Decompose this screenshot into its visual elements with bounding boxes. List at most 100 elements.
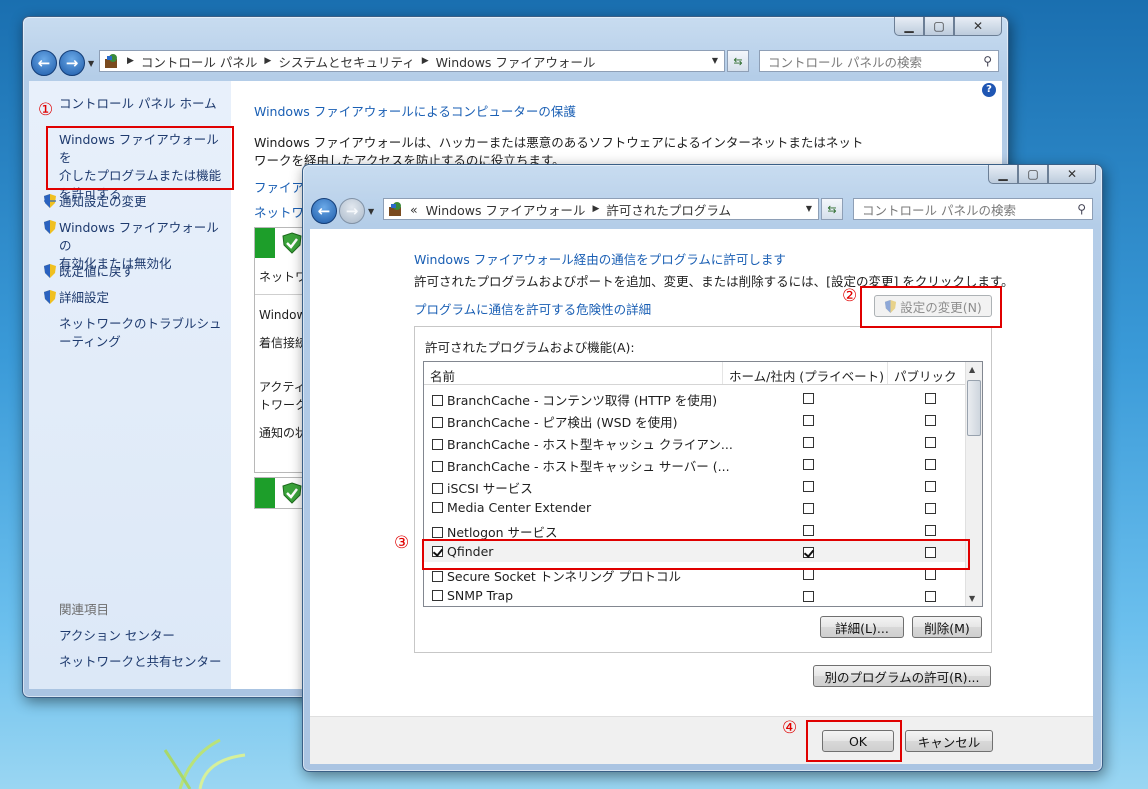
program-checkbox[interactable]: [432, 461, 443, 472]
public-checkbox[interactable]: [925, 437, 936, 448]
scrollbar-thumb[interactable]: [967, 380, 981, 436]
maximize-button[interactable]: ▢: [1018, 165, 1048, 184]
column-header-name[interactable]: 名前: [424, 362, 723, 384]
sidebar-item-restore-defaults[interactable]: 既定値に戻す: [59, 263, 134, 281]
breadcrumb-item[interactable]: コントロール パネル: [141, 52, 257, 71]
panel-line: Window: [259, 308, 307, 322]
search-icon[interactable]: ⚲: [1077, 202, 1086, 216]
search-input[interactable]: コントロール パネルの検索 ⚲: [853, 198, 1093, 220]
minimize-button[interactable]: ▁: [988, 165, 1018, 184]
address-bar[interactable]: « Windows ファイアウォール ▶ 許可されたプログラム ▼: [383, 198, 819, 220]
program-label: BranchCache - ホスト型キャッシュ サーバー (...: [447, 459, 730, 474]
refresh-button[interactable]: ⇆: [727, 50, 749, 72]
program-name: BranchCache - ホスト型キャッシュ クライアン...: [432, 434, 733, 453]
back-arrow-icon[interactable]: ←: [31, 50, 57, 76]
private-checkbox[interactable]: [803, 591, 814, 602]
table-row[interactable]: BranchCache - ホスト型キャッシュ サーバー (...: [424, 452, 966, 474]
breadcrumb-item[interactable]: システムとセキュリティ: [278, 52, 414, 71]
maximize-button[interactable]: ▢: [924, 17, 954, 36]
breadcrumb-item[interactable]: Windows ファイアウォール: [436, 52, 596, 71]
firewall-link[interactable]: ファイア: [254, 177, 304, 196]
breadcrumb-overflow[interactable]: «: [410, 202, 418, 217]
sidebar-item-troubleshoot[interactable]: ネットワークのトラブルシュ ーティング: [59, 315, 222, 351]
related-action-center[interactable]: アクション センター: [59, 627, 175, 645]
chevron-down-icon[interactable]: ▼: [806, 204, 812, 213]
sidebar-item-notifications[interactable]: 通知設定の変更: [59, 193, 147, 211]
program-checkbox[interactable]: [432, 571, 443, 582]
recent-pages-chevron-icon[interactable]: ▼: [368, 207, 374, 216]
program-checkbox[interactable]: [432, 395, 443, 406]
column-header-private[interactable]: ホーム/社内 (プライベート): [723, 362, 888, 384]
search-placeholder: コントロール パネルの検索: [768, 54, 922, 70]
recent-pages-chevron-icon[interactable]: ▼: [88, 59, 94, 68]
minimize-button[interactable]: ▁: [894, 17, 924, 36]
program-checkbox[interactable]: [432, 417, 443, 428]
window-caption-buttons: ▁ ▢ ✕: [894, 17, 1002, 37]
shield-check-icon: [282, 232, 302, 254]
remove-button[interactable]: 削除(M): [912, 616, 982, 638]
scroll-up-icon[interactable]: ▲: [969, 365, 975, 374]
close-button[interactable]: ✕: [954, 17, 1002, 36]
public-checkbox[interactable]: [925, 481, 936, 492]
close-button[interactable]: ✕: [1048, 165, 1096, 184]
sidebar-item-label: ネットワークのトラブルシュ: [59, 316, 222, 331]
highlight-box-allow-programs: [46, 126, 234, 190]
private-checkbox[interactable]: [803, 393, 814, 404]
program-checkbox[interactable]: [432, 590, 443, 601]
public-checkbox[interactable]: [925, 459, 936, 470]
table-row[interactable]: Netlogon サービス: [424, 518, 966, 540]
forward-arrow-icon[interactable]: →: [59, 50, 85, 76]
uac-shield-icon: [44, 194, 56, 208]
table-row[interactable]: SNMP Trap: [424, 584, 966, 606]
panel-line: アクティ: [259, 380, 306, 394]
risk-details-link[interactable]: プログラムに通信を許可する危険性の詳細: [414, 299, 651, 318]
private-checkbox[interactable]: [803, 569, 814, 580]
search-icon[interactable]: ⚲: [983, 54, 992, 68]
scroll-down-icon[interactable]: ▼: [969, 594, 975, 603]
program-checkbox[interactable]: [432, 502, 443, 513]
public-checkbox[interactable]: [925, 503, 936, 514]
private-checkbox[interactable]: [803, 459, 814, 470]
help-icon[interactable]: ?: [982, 83, 996, 97]
sidebar-item-home[interactable]: コントロール パネル ホーム: [59, 95, 217, 113]
uac-shield-icon: [44, 290, 56, 304]
program-checkbox[interactable]: [432, 527, 443, 538]
search-input[interactable]: コントロール パネルの検索 ⚲: [759, 50, 999, 72]
chevron-right-icon: ▶: [592, 204, 600, 214]
program-checkbox[interactable]: [432, 483, 443, 494]
private-checkbox[interactable]: [803, 503, 814, 514]
public-checkbox[interactable]: [925, 415, 936, 426]
table-row[interactable]: BranchCache - ピア検出 (WSD を使用): [424, 408, 966, 430]
annotation-marker-3: ③: [394, 533, 410, 553]
details-button[interactable]: 詳細(L)...: [820, 616, 904, 638]
programs-list[interactable]: 名前 ホーム/社内 (プライベート) パブリック BranchCache - コ…: [423, 361, 983, 607]
table-row[interactable]: iSCSI サービス: [424, 474, 966, 496]
public-checkbox[interactable]: [925, 525, 936, 536]
refresh-button[interactable]: ⇆: [821, 198, 843, 220]
public-checkbox[interactable]: [925, 569, 936, 580]
public-checkbox[interactable]: [925, 393, 936, 404]
sidebar-item-advanced[interactable]: 詳細設定: [59, 289, 109, 307]
program-checkbox[interactable]: [432, 439, 443, 450]
private-checkbox[interactable]: [803, 437, 814, 448]
cancel-button[interactable]: キャンセル: [905, 730, 993, 752]
table-row[interactable]: Media Center Extender: [424, 496, 966, 518]
private-checkbox[interactable]: [803, 525, 814, 536]
address-bar[interactable]: ▶ コントロール パネル ▶ システムとセキュリティ ▶ Windows ファイ…: [99, 50, 725, 72]
table-row[interactable]: BranchCache - コンテンツ取得 (HTTP を使用): [424, 386, 966, 408]
back-arrow-icon[interactable]: ←: [311, 198, 337, 224]
related-network-center[interactable]: ネットワークと共有センター: [59, 653, 222, 671]
breadcrumb-item[interactable]: Windows ファイアウォール: [426, 200, 586, 219]
breadcrumb-item[interactable]: 許可されたプログラム: [606, 200, 731, 219]
private-checkbox[interactable]: [803, 415, 814, 426]
private-checkbox[interactable]: [803, 481, 814, 492]
column-header-public[interactable]: パブリック: [888, 362, 966, 384]
public-checkbox[interactable]: [925, 591, 936, 602]
table-row[interactable]: BranchCache - ホスト型キャッシュ クライアン...: [424, 430, 966, 452]
chevron-down-icon[interactable]: ▼: [712, 56, 718, 65]
network-label: ネットワ: [259, 270, 308, 284]
allow-other-program-button[interactable]: 別のプログラムの許可(R)...: [813, 665, 991, 687]
network-link[interactable]: ネットワ: [254, 202, 304, 221]
uac-shield-icon: [44, 220, 56, 234]
program-name: iSCSI サービス: [432, 478, 533, 497]
